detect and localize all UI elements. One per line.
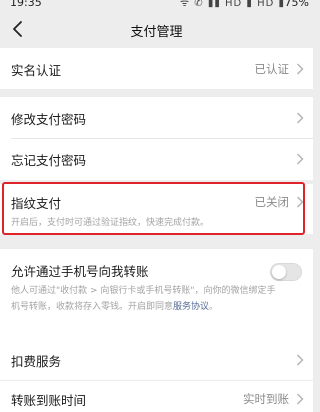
chevron-right-icon: [296, 354, 304, 366]
row-real-name[interactable]: 实名认证 已认证: [0, 48, 313, 89]
arrival-time-value: 实时到账: [243, 392, 289, 406]
row-label: 允许通过手机号向我转账: [11, 264, 149, 279]
section-arrival-time: 转账到账时间 实时到账: [0, 381, 313, 412]
phone-transfer-description: 他人可通过"收付款 > 向银行卡或手机号转账"，向你的微信绑定手 机号转账，收款…: [11, 283, 303, 315]
section-identity: 实名认证 已认证: [0, 48, 313, 89]
verified-status: 已认证: [254, 62, 290, 76]
row-label: 转账到账时间: [11, 393, 87, 408]
toggle-knob: [272, 265, 286, 279]
row-label: 修改支付密码: [11, 112, 87, 127]
row-label: 实名认证: [11, 63, 62, 78]
phone-transfer-toggle[interactable]: [270, 263, 302, 281]
section-password: 修改支付密码 忘记支付密码: [0, 97, 313, 180]
description-line: 他人可通过"收付款 > 向银行卡或手机号转账"，向你的微信绑定手: [11, 286, 276, 296]
section-phone-transfer: 允许通过手机号向我转账 他人可通过"收付款 > 向银行卡或手机号转账"，向你的微…: [0, 249, 313, 341]
status-bar: 19:35 ᯤ ✆ ▮▮ HD ▮ HD ▮ 75%: [0, 0, 313, 10]
service-agreement-link[interactable]: 服务协议: [173, 302, 209, 312]
row-forgot-password[interactable]: 忘记支付密码: [0, 138, 313, 179]
highlight-annotation: [2, 182, 305, 235]
chevron-right-icon: [296, 112, 304, 124]
status-time: 19:35: [10, 0, 42, 9]
battery-level: 75%: [284, 0, 309, 9]
signal-icons: ᯤ ✆ ▮▮ HD ▮ HD ▮: [179, 0, 285, 9]
description-line: 机号转账，收款将存入零钱。开启即同意服务协议。: [11, 299, 303, 315]
row-arrival-time[interactable]: 转账到账时间 实时到账: [0, 381, 313, 412]
row-deduction-service[interactable]: 扣费服务: [0, 339, 313, 380]
description-end: 。: [209, 302, 219, 312]
row-label: 扣费服务: [11, 354, 62, 369]
description-text: 机号转账，收款将存入零钱。开启即同意: [11, 302, 174, 312]
section-deduction: 扣费服务: [0, 339, 313, 380]
chevron-right-icon: [296, 63, 304, 75]
row-label: 忘记支付密码: [11, 153, 87, 168]
chevron-right-icon: [296, 393, 304, 405]
chevron-right-icon: [296, 153, 304, 165]
nav-bar: 支付管理: [0, 10, 313, 48]
row-change-password[interactable]: 修改支付密码: [0, 97, 313, 138]
page-title: 支付管理: [130, 25, 183, 40]
